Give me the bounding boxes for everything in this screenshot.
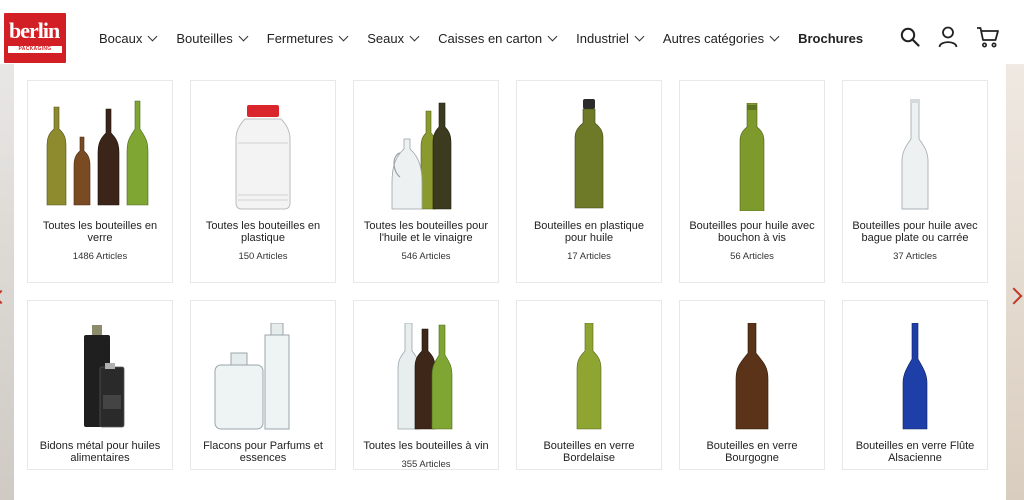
category-card[interactable]: Bouteilles pour huile avec bouchon à vis… (679, 80, 825, 283)
category-card[interactable]: Flacons pour Parfums et essences (190, 300, 336, 470)
category-dropdown-panel: Toutes les bouteilles en verre 1486 Arti… (14, 64, 1006, 500)
chevron-down-icon (634, 31, 645, 41)
carousel-prev-icon[interactable] (0, 289, 9, 305)
category-grid: Toutes les bouteilles en verre 1486 Arti… (27, 80, 988, 283)
category-image (843, 315, 987, 431)
category-title: Bidons métal pour huiles alimentaires (39, 440, 161, 464)
nav-item-label: Industriel (576, 30, 629, 46)
category-count: 355 Articles (401, 459, 451, 470)
category-card[interactable]: Bouteilles en verre Flûte Alsacienne (842, 300, 988, 470)
nav-item-label: Autres catégories (662, 30, 765, 46)
nav-item-autres[interactable]: Autres catégories (662, 30, 780, 46)
category-grid-row-2: Bidons métal pour huiles alimentaires Fl… (27, 300, 988, 470)
category-image (843, 95, 987, 211)
category-title: Flacons pour Parfums et essences (203, 440, 323, 464)
category-title: Bouteilles en verre Flûte Alsacienne (855, 440, 975, 464)
background-right-strip (1005, 64, 1024, 500)
chevron-down-icon (147, 31, 158, 41)
nav-item-label: Bouteilles (176, 30, 233, 46)
chevron-down-icon (409, 31, 420, 41)
site-header: berlin PACKAGING Bocaux Bouteilles Ferme… (0, 0, 1024, 64)
category-count: 37 Articles (893, 251, 937, 262)
account-icon[interactable] (938, 26, 958, 48)
category-image (354, 315, 498, 431)
nav-item-caisses[interactable]: Caisses en carton (438, 30, 558, 46)
nav-item-label: Seaux (367, 30, 405, 46)
category-card[interactable]: Toutes les bouteilles en verre 1486 Arti… (27, 80, 173, 283)
category-image (354, 95, 498, 211)
nav-item-bocaux[interactable]: Bocaux (99, 30, 158, 46)
category-title: Bouteilles en verre Bourgogne (706, 440, 798, 464)
nav-item-label: Brochures (798, 30, 864, 46)
category-image (191, 95, 335, 211)
nav-item-brochures[interactable]: Brochures (798, 31, 863, 46)
header-actions (900, 26, 1000, 48)
category-title: Toutes les bouteilles pour l'huile et le… (363, 220, 489, 244)
category-image (680, 95, 824, 211)
chevron-down-icon (769, 31, 780, 41)
nav-item-label: Caisses en carton (438, 30, 543, 46)
category-count: 1486 Articles (72, 251, 128, 262)
category-image (28, 315, 172, 431)
category-image (517, 95, 661, 211)
chevron-down-icon (338, 31, 349, 41)
category-image (517, 315, 661, 431)
nav-item-fermetures[interactable]: Fermetures (266, 30, 349, 46)
category-title: Bouteilles pour huile avec bouchon à vis (689, 220, 815, 244)
background-left-strip (0, 64, 14, 500)
category-title: Toutes les bouteilles à vin (363, 440, 489, 452)
category-count: 150 Articles (238, 251, 288, 262)
brand-tagline: PACKAGING (8, 46, 62, 53)
chevron-down-icon (238, 31, 249, 41)
nav-item-label: Bocaux (99, 30, 143, 46)
nav-item-bouteilles[interactable]: Bouteilles (176, 30, 249, 46)
category-card[interactable]: Bouteilles en verre Bourgogne (679, 300, 825, 470)
category-title: Bouteilles en plastique pour huile (533, 220, 645, 244)
main-nav: Bocaux Bouteilles Fermetures Seaux Caiss… (99, 28, 883, 48)
nav-item-industriel[interactable]: Industriel (576, 30, 645, 46)
nav-item-seaux[interactable]: Seaux (367, 30, 420, 46)
category-card[interactable]: Toutes les bouteilles pour l'huile et le… (353, 80, 499, 283)
chevron-down-icon (547, 31, 558, 41)
category-image (28, 95, 172, 211)
carousel-next-icon[interactable] (1005, 287, 1023, 305)
category-image (680, 315, 824, 431)
category-count: 17 Articles (567, 251, 611, 262)
category-title: Bouteilles en verre Bordelaise (543, 440, 635, 464)
category-image (191, 315, 335, 431)
category-title: Toutes les bouteilles en plastique (205, 220, 321, 244)
cart-icon[interactable] (976, 26, 1000, 48)
search-icon[interactable] (900, 27, 920, 47)
brand-name: berlin (9, 18, 60, 43)
category-card[interactable]: Bouteilles pour huile avec bague plate o… (842, 80, 988, 283)
category-card[interactable]: Bidons métal pour huiles alimentaires (27, 300, 173, 470)
brand-logo[interactable]: berlin PACKAGING (4, 13, 66, 63)
category-title: Bouteilles pour huile avec bague plate o… (852, 220, 978, 244)
category-card[interactable]: Toutes les bouteilles en plastique 150 A… (190, 80, 336, 283)
category-count: 56 Articles (730, 251, 774, 262)
category-card[interactable]: Bouteilles en verre Bordelaise (516, 300, 662, 470)
category-card[interactable]: Toutes les bouteilles à vin 355 Articles (353, 300, 499, 470)
nav-item-label: Fermetures (266, 30, 334, 46)
category-card[interactable]: Bouteilles en plastique pour huile 17 Ar… (516, 80, 662, 283)
category-count: 546 Articles (401, 251, 451, 262)
category-title: Toutes les bouteilles en verre (42, 220, 158, 244)
